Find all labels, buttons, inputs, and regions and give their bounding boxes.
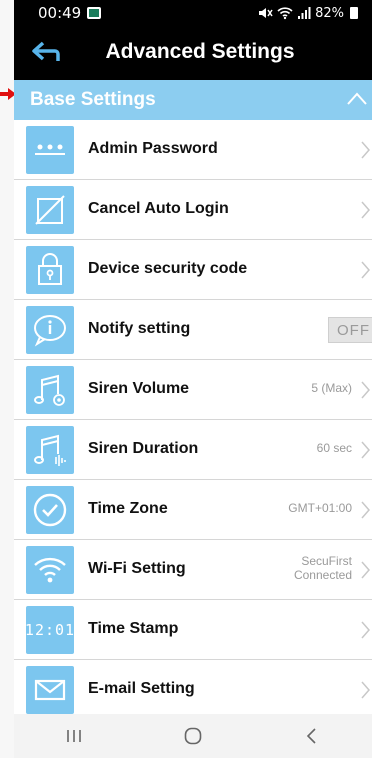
recents-icon <box>66 730 81 742</box>
system-nav-bar <box>14 714 372 758</box>
chevron-right-icon <box>361 561 370 579</box>
back-chevron-icon <box>307 728 316 744</box>
row-time-stamp[interactable]: 12:01 Time Stamp <box>14 600 372 660</box>
no-login-icon <box>26 186 74 234</box>
row-label: Siren Duration <box>88 440 199 457</box>
info-icon <box>26 306 74 354</box>
chevron-right-icon <box>361 501 370 519</box>
row-admin-password[interactable]: Admin Password <box>14 120 372 180</box>
chevron-right-icon <box>361 141 370 159</box>
row-siren-duration[interactable]: Siren Duration 60 sec <box>14 420 372 480</box>
gallery-notification-icon <box>87 7 102 19</box>
status-time: 00:49 <box>38 4 82 22</box>
status-bar: 00:49 82% <box>14 0 372 26</box>
envelope-icon <box>26 666 74 714</box>
row-label: Admin Password <box>88 140 218 157</box>
wifi-signal-icon <box>277 7 293 20</box>
chevron-right-icon <box>361 681 370 699</box>
clock-check-icon <box>26 486 74 534</box>
wifi-connection-status: Connected <box>293 568 352 582</box>
row-label: Wi-Fi Setting <box>88 560 186 577</box>
row-label: Time Zone <box>88 500 168 517</box>
battery-icon <box>350 7 358 19</box>
wifi-network-name: SecuFirst <box>301 554 352 568</box>
chevron-right-icon <box>361 441 370 459</box>
row-value: 60 sec <box>316 441 352 455</box>
row-label: E-mail Setting <box>88 680 195 697</box>
lock-icon <box>26 246 74 294</box>
row-value: 5 (Max) <box>311 381 352 395</box>
row-value: GMT+01:00 <box>288 501 352 515</box>
notify-toggle[interactable]: OFF <box>328 317 372 343</box>
row-label: Notify setting <box>88 320 191 337</box>
chevron-right-icon <box>361 261 370 279</box>
row-cancel-auto-login[interactable]: Cancel Auto Login <box>14 180 372 240</box>
row-notify-setting[interactable]: Notify setting OFF <box>14 300 372 360</box>
cell-signal-icon <box>298 7 311 19</box>
chevron-up-icon[interactable] <box>346 89 368 109</box>
row-siren-volume[interactable]: Siren Volume 5 (Max) <box>14 360 372 420</box>
status-right: 82% <box>257 6 358 21</box>
mute-icon <box>259 8 273 18</box>
background-strip <box>0 0 14 758</box>
row-label: Time Stamp <box>88 620 179 637</box>
home-button[interactable] <box>173 721 213 751</box>
music-volume-icon <box>26 366 74 414</box>
section-title: Base Settings <box>30 89 156 110</box>
chevron-right-icon <box>361 201 370 219</box>
home-icon <box>184 727 202 745</box>
app-header: Advanced Settings <box>14 26 372 80</box>
settings-list: Admin Password Cancel Auto Login Device … <box>14 120 372 720</box>
row-label: Device security code <box>88 260 248 277</box>
dots-icon <box>26 126 74 174</box>
page-title: Advanced Settings <box>105 40 295 63</box>
row-wifi-setting[interactable]: Wi-Fi Setting SecuFirst Connected <box>14 540 372 600</box>
digital-clock-icon: 12:01 <box>24 606 76 654</box>
row-time-zone[interactable]: Time Zone GMT+01:00 <box>14 480 372 540</box>
back-nav-button[interactable] <box>292 721 332 751</box>
chevron-right-icon <box>361 621 370 639</box>
wifi-icon <box>26 546 74 594</box>
row-label: Cancel Auto Login <box>88 200 229 217</box>
digital-clock-text: 12:01 <box>24 621 76 639</box>
wifi-status: SecuFirst Connected <box>294 554 352 582</box>
row-device-security-code[interactable]: Device security code <box>14 240 372 300</box>
chevron-right-icon <box>361 381 370 399</box>
battery-percent: 82% <box>315 5 344 21</box>
row-label: Siren Volume <box>88 380 190 397</box>
music-duration-icon <box>26 426 74 474</box>
row-email-setting[interactable]: E-mail Setting <box>14 660 372 720</box>
section-header[interactable]: Base Settings <box>14 80 372 120</box>
recents-button[interactable] <box>54 721 94 751</box>
